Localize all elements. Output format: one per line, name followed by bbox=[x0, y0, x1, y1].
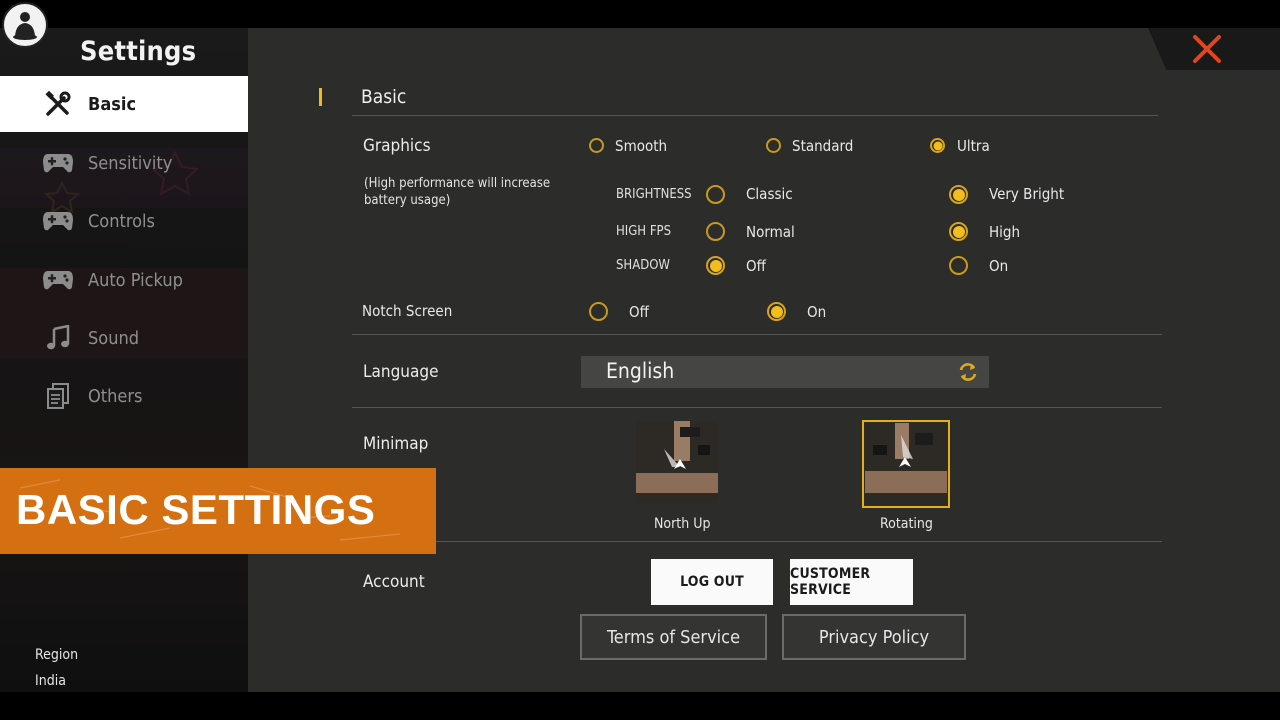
close-button[interactable] bbox=[1190, 32, 1224, 66]
graphics-standard-radio[interactable] bbox=[766, 138, 781, 153]
sidebar-item-label: Others bbox=[88, 385, 143, 407]
log-out-button[interactable]: LOG OUT bbox=[651, 559, 773, 605]
high-fps-label: HIGH FPS bbox=[616, 224, 672, 239]
shadow-off-label: Off bbox=[746, 257, 766, 275]
minimap-rotating-label: Rotating bbox=[880, 516, 933, 532]
privacy-policy-button[interactable]: Privacy Policy bbox=[782, 614, 966, 660]
gamepad-icon bbox=[42, 266, 74, 294]
caption-banner: BASIC SETTINGS bbox=[0, 468, 436, 554]
divider bbox=[352, 541, 1162, 542]
wrench-screwdriver-icon bbox=[42, 90, 74, 118]
graphics-smooth-label: Smooth bbox=[615, 137, 668, 155]
minimap-label: Minimap bbox=[363, 434, 429, 454]
graphics-note: (High performance will increase battery … bbox=[364, 176, 551, 208]
notch-on-label: On bbox=[807, 303, 827, 321]
minimap-north-up-option[interactable] bbox=[636, 421, 718, 503]
region-info: Region India bbox=[35, 642, 78, 692]
region-label: Region bbox=[35, 647, 79, 663]
brightness-classic-radio[interactable] bbox=[706, 185, 725, 204]
sidebar-item-auto-pickup[interactable]: Auto Pickup bbox=[0, 252, 248, 308]
notch-screen-label: Notch Screen bbox=[362, 302, 453, 320]
brightness-very-bright-label: Very Bright bbox=[989, 185, 1065, 203]
high-fps-normal-radio[interactable] bbox=[706, 222, 725, 241]
graphics-standard-label: Standard bbox=[792, 137, 854, 155]
settings-sidebar: Settings Basic Sensitivity Controls Auto… bbox=[0, 28, 248, 692]
swap-arrows-icon bbox=[959, 363, 977, 381]
shadow-on-radio[interactable] bbox=[949, 256, 968, 275]
region-value: India bbox=[35, 673, 66, 689]
minimap-preview-icon bbox=[636, 421, 718, 503]
notch-off-label: Off bbox=[629, 303, 649, 321]
divider bbox=[352, 115, 1158, 116]
language-select[interactable]: English bbox=[581, 356, 989, 388]
gamepad-icon bbox=[42, 149, 74, 177]
sidebar-item-sound[interactable]: Sound bbox=[0, 310, 248, 366]
high-fps-normal-label: Normal bbox=[746, 223, 795, 241]
terms-of-service-button[interactable]: Terms of Service bbox=[580, 614, 767, 660]
sidebar-item-label: Sensitivity bbox=[88, 152, 173, 174]
divider bbox=[352, 407, 1162, 408]
shadow-label: SHADOW bbox=[616, 258, 670, 273]
sidebar-item-basic[interactable]: Basic bbox=[0, 76, 248, 132]
high-fps-high-label: High bbox=[989, 223, 1021, 241]
notch-on-radio[interactable] bbox=[767, 302, 786, 321]
settings-title: Settings bbox=[80, 36, 197, 67]
document-icon bbox=[42, 382, 74, 410]
sidebar-item-label: Auto Pickup bbox=[88, 269, 183, 291]
section-marker bbox=[319, 88, 322, 106]
minimap-rotating-option[interactable] bbox=[865, 423, 947, 505]
high-fps-high-radio[interactable] bbox=[949, 222, 968, 241]
language-label: Language bbox=[363, 362, 439, 382]
minimap-north-up-label: North Up bbox=[654, 516, 711, 532]
shadow-on-label: On bbox=[989, 257, 1009, 275]
channel-logo-icon bbox=[2, 2, 48, 48]
minimap-preview-icon bbox=[865, 423, 947, 505]
graphics-ultra-label: Ultra bbox=[957, 137, 990, 155]
bottom-letterbox bbox=[0, 692, 1280, 720]
sidebar-item-label: Basic bbox=[88, 93, 137, 115]
section-title: Basic bbox=[361, 86, 407, 108]
gamepad-icon bbox=[42, 207, 74, 235]
sidebar-item-others[interactable]: Others bbox=[0, 368, 248, 424]
sidebar-item-label: Sound bbox=[88, 327, 140, 349]
graphics-ultra-radio[interactable] bbox=[930, 138, 945, 153]
graphics-label: Graphics bbox=[363, 136, 431, 156]
brightness-very-bright-radio[interactable] bbox=[949, 185, 968, 204]
top-letterbox bbox=[0, 0, 1280, 28]
account-label: Account bbox=[363, 572, 425, 592]
notch-off-radio[interactable] bbox=[589, 302, 608, 321]
sidebar-item-label: Controls bbox=[88, 210, 155, 232]
customer-service-button[interactable]: CUSTOMER SERVICE bbox=[790, 559, 913, 605]
sidebar-item-sensitivity[interactable]: Sensitivity bbox=[0, 135, 248, 191]
caption-text: BASIC SETTINGS bbox=[16, 486, 376, 533]
sidebar-item-controls[interactable]: Controls bbox=[0, 193, 248, 249]
music-note-icon bbox=[42, 324, 74, 352]
brightness-label: BRIGHTNESS bbox=[616, 187, 692, 202]
graphics-smooth-radio[interactable] bbox=[589, 138, 604, 153]
divider bbox=[352, 334, 1162, 335]
language-value: English bbox=[606, 359, 675, 383]
shadow-off-radio[interactable] bbox=[706, 256, 725, 275]
close-icon bbox=[1193, 35, 1221, 63]
brightness-classic-label: Classic bbox=[746, 185, 793, 203]
